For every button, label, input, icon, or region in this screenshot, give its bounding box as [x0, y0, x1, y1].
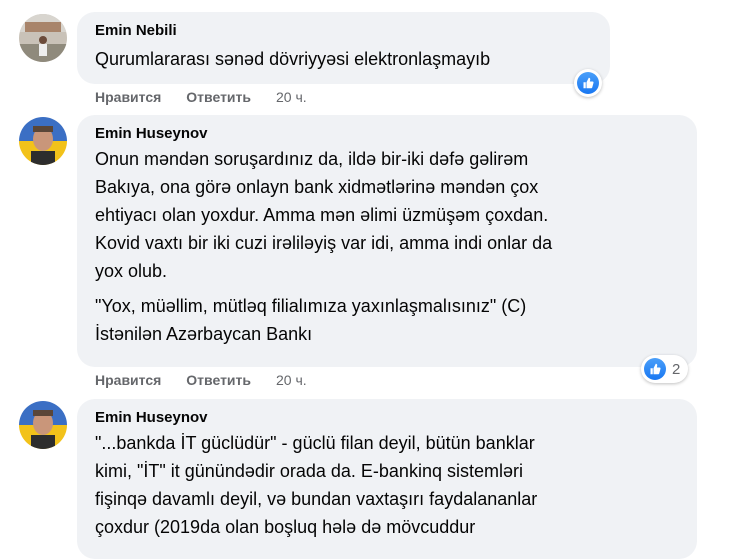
- like-icon: [644, 358, 666, 380]
- comment-text: Onun məndən soruşardınız da, ildə bir-ik…: [95, 149, 553, 281]
- comment-author[interactable]: Emin Huseynov: [95, 125, 697, 143]
- avatar-photo-icon: [19, 117, 67, 165]
- like-icon: [577, 72, 599, 94]
- comment-author[interactable]: Emin Nebili: [95, 22, 596, 40]
- comment-actions: Нравится Ответить 20 ч.: [95, 89, 307, 105]
- reaction-count: 2: [672, 360, 681, 378]
- comment-text: "...bankda İT güclüdür" - güclü filan de…: [95, 433, 538, 537]
- reply-link[interactable]: Ответить: [186, 372, 251, 388]
- avatar-photo-icon: [19, 14, 67, 62]
- comment-bubble: Emin Huseynov "...bankda İT güclüdür" - …: [77, 399, 697, 559]
- comment-text: Qurumlararası sənəd dövriyyəsi elektronl…: [95, 49, 491, 69]
- avatar-photo-icon: [19, 401, 67, 449]
- reaction-badge[interactable]: [574, 69, 602, 97]
- like-link[interactable]: Нравится: [95, 89, 161, 105]
- avatar[interactable]: [19, 117, 67, 165]
- avatar[interactable]: [19, 401, 67, 449]
- reaction-badge[interactable]: 2: [641, 355, 689, 383]
- like-link[interactable]: Нравится: [95, 372, 161, 388]
- comment-text: "Yox, müəllim, mütləq filialımıza yaxınl…: [95, 296, 527, 344]
- comment-bubble: Emin Huseynov Onun məndən soruşardınız d…: [77, 115, 697, 367]
- comment-bubble: Emin Nebili Qurumlararası sənəd dövriyyə…: [77, 12, 610, 84]
- comment-author[interactable]: Emin Huseynov: [95, 409, 697, 427]
- reply-link[interactable]: Ответить: [186, 89, 251, 105]
- avatar[interactable]: [19, 14, 67, 62]
- timestamp[interactable]: 20 ч.: [276, 89, 307, 105]
- timestamp[interactable]: 20 ч.: [276, 372, 307, 388]
- comment-actions: Нравится Ответить 20 ч.: [95, 372, 307, 388]
